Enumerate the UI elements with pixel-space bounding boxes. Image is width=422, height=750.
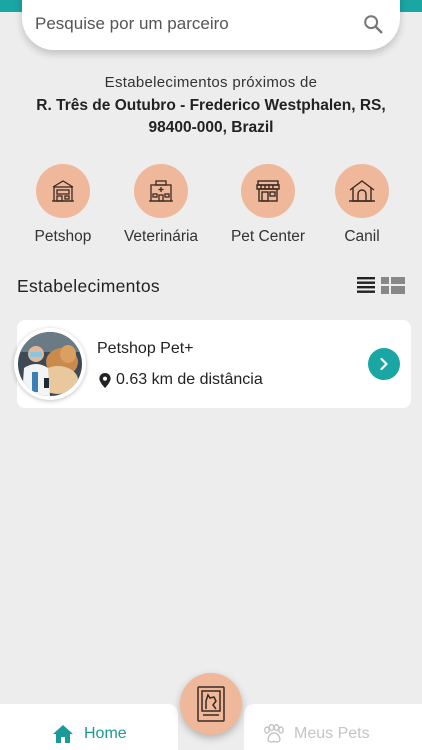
establishment-avatar	[14, 328, 86, 400]
paw-icon	[264, 724, 284, 743]
category-pet-center[interactable]: Pet Center	[218, 164, 318, 246]
category-label: Petshop	[34, 228, 92, 245]
vet-clinic-icon	[149, 180, 173, 202]
store-icon	[256, 180, 280, 202]
open-establishment-button[interactable]	[368, 348, 400, 380]
search-icon[interactable]	[362, 13, 384, 35]
section-title: Estabelecimentos	[17, 276, 160, 296]
search-input[interactable]	[35, 14, 362, 34]
establishment-distance-text: 0.63 km de distância	[116, 371, 263, 388]
location-pin-icon	[99, 372, 111, 388]
location-address-line2: 98400-000, Brazil	[148, 119, 274, 136]
tab-meus-pets-label: Meus Pets	[294, 725, 370, 742]
category-label: Pet Center	[230, 228, 306, 245]
category-list: Petshop Veterinária Pet Center Canil	[0, 164, 422, 254]
category-canil[interactable]: Canil	[312, 164, 412, 246]
location-info: Estabelecimentos próximos de R. Três de …	[0, 74, 422, 139]
location-label: Estabelecimentos próximos de	[104, 74, 318, 91]
list-view-icon[interactable]	[357, 277, 375, 293]
category-label: Veterinária	[123, 228, 199, 245]
category-veterinaria[interactable]: Veterinária	[111, 164, 211, 246]
location-address-line1: R. Três de Outubro - Frederico Westphale…	[36, 97, 386, 114]
vet-with-dog-photo	[18, 332, 82, 396]
pet-card-button[interactable]	[180, 673, 242, 735]
petshop-icon	[52, 180, 74, 202]
header-accent-right	[400, 0, 422, 12]
establishment-card[interactable]: Petshop Pet+ 0.63 km de distância	[14, 320, 411, 408]
location-address: R. Três de Outubro - Frederico Westphale…	[0, 95, 422, 139]
tab-home-label: Home	[84, 725, 127, 742]
establishment-distance: 0.63 km de distância	[99, 371, 263, 389]
tab-home[interactable]: Home	[52, 724, 127, 744]
establishment-name: Petshop Pet+	[97, 340, 194, 357]
header-accent-left	[0, 0, 22, 12]
category-label: Canil	[344, 228, 380, 245]
tab-meus-pets[interactable]: Meus Pets	[262, 724, 370, 744]
pet-document-icon	[197, 686, 225, 722]
home-icon	[53, 725, 73, 743]
grid-view-icon[interactable]	[381, 277, 405, 294]
doghouse-icon	[349, 180, 375, 202]
search-bar	[22, 0, 400, 50]
chevron-right-icon	[380, 357, 388, 371]
category-petshop[interactable]: Petshop	[13, 164, 113, 246]
